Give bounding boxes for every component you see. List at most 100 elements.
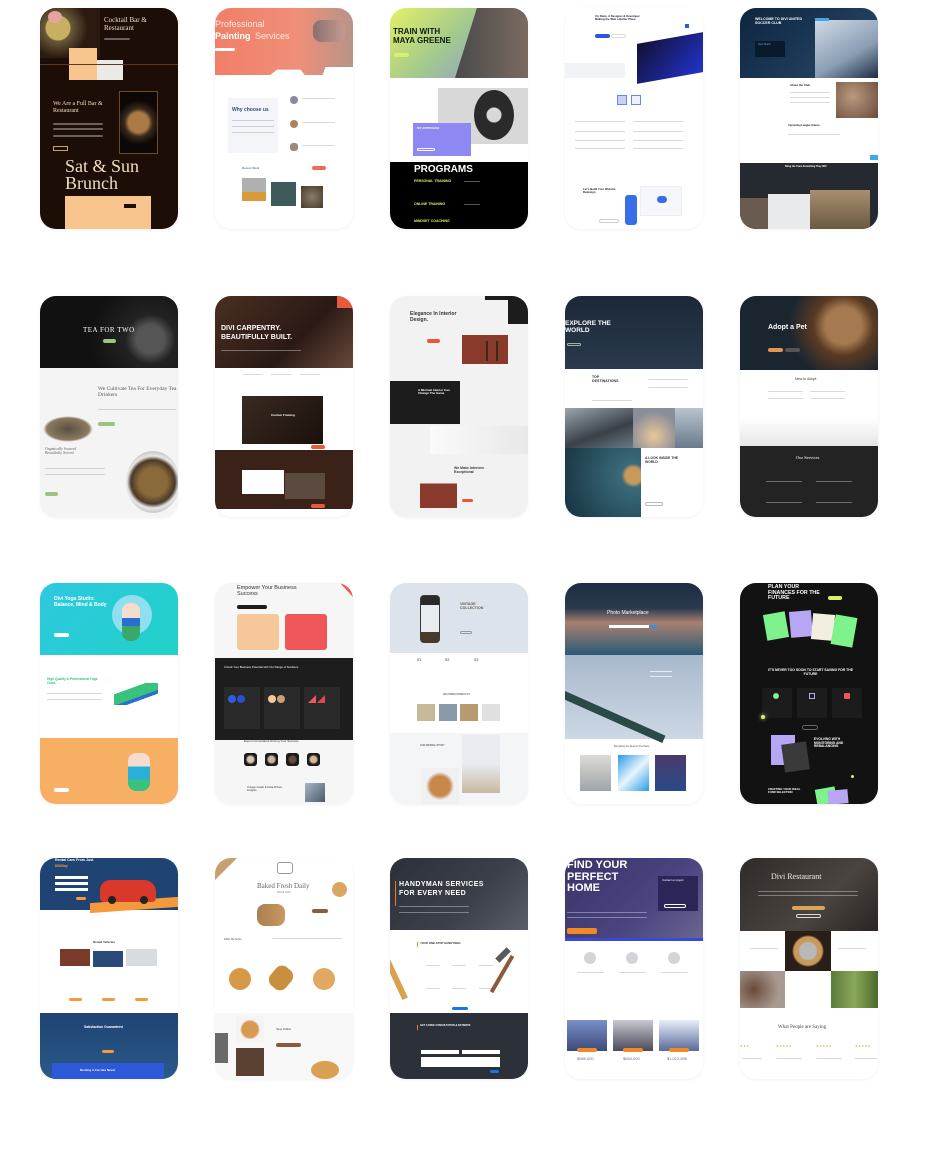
text-line [567,912,647,913]
rent-button[interactable] [69,998,82,1001]
template-tile-soccer-club[interactable]: WELCOME TO DIVI UNITED SOCCER CLUB Next … [740,8,878,229]
program-item[interactable]: ONLINE TRAINING [414,202,445,207]
glow-dot [761,715,765,719]
section-heading: Recent Work [242,166,260,170]
program-item[interactable]: PERSONAL TRAINING [414,179,451,184]
template-tile-photo-marketplace[interactable]: Photo Marketplace Everything You Need in… [565,583,703,804]
text-line [648,387,688,388]
order-button[interactable] [312,909,328,913]
hero-title: Divi Yoga Studio: Balance, Mind & Body [54,596,107,608]
cta-button[interactable] [54,788,69,792]
vase-image [462,735,500,793]
service-card-peach [237,614,279,650]
menu-button[interactable] [53,146,68,151]
reserve-button[interactable] [124,204,136,208]
booking-field[interactable] [55,888,88,891]
cta-button[interactable] [427,339,440,343]
text-line [399,912,469,913]
card-title: MY APPROACH [417,126,440,130]
booking-field[interactable] [55,876,88,879]
template-tile-carpentry[interactable]: DIVI CARPENTRY. BEAUTIFULLY BUILT. Custo… [215,296,353,517]
booking-field[interactable] [55,882,88,885]
template-tile-vintage-shop[interactable]: VINTAGE COLLECTION 01 02 03 FEATURED PRO… [390,583,528,804]
feature-button[interactable] [311,445,325,449]
cta-button[interactable] [102,1050,114,1053]
search-homes-button[interactable] [567,928,597,934]
email-field[interactable] [462,1050,500,1054]
rent-button[interactable] [102,998,115,1001]
read-more-button[interactable] [645,502,663,506]
category-photo [580,755,611,791]
cta-button[interactable] [394,53,409,57]
primary-button[interactable] [595,34,610,38]
template-tile-designer-developer[interactable]: I'm Diam, A Designer & Developer Making … [565,8,703,229]
template-tile-yoga-studio[interactable]: Divi Yoga Studio: Balance, Mind & Body H… [40,583,178,804]
quote-button[interactable] [215,48,235,51]
learn-more-button[interactable] [417,148,435,151]
section-heading: What We Serve [224,938,242,941]
template-tile-real-estate[interactable]: FIND YOUR PERFECT HOME Contact an Agent … [565,858,703,1079]
product-image [439,704,457,721]
submit-button[interactable] [490,1070,499,1073]
car-wheel [108,896,116,904]
service-item [290,96,298,104]
shop-now-button[interactable] [45,492,58,496]
shop-button[interactable] [460,631,472,634]
text-line [790,97,830,98]
cta-button[interactable] [237,605,267,609]
mist-area [740,418,878,446]
template-tile-fitness-trainer[interactable]: TRAIN WITH MAYA GREENE MY APPROACH PROGR… [390,8,528,229]
adopt-button[interactable] [768,348,783,352]
cta-button[interactable] [599,219,619,223]
name-field[interactable] [421,1050,459,1054]
shop-online-button[interactable] [276,1043,301,1047]
search-button[interactable] [76,897,86,900]
view-all-button[interactable] [312,166,326,170]
template-tile-tea-shop[interactable]: TEA FOR TWO We Cultivate Tea For Everyda… [40,296,178,517]
template-tile-pet-adoption[interactable]: Adopt a Pet New to Adopt Our Services [740,296,878,517]
stadium-photo [815,20,878,78]
program-item[interactable]: MINDSET COACHING [414,219,450,224]
cta-button[interactable] [54,633,69,637]
template-tile-painting-services[interactable]: Professional Painting Services Why choos… [215,8,353,229]
learn-more-button[interactable] [802,725,818,730]
service-card-red [285,614,327,650]
shop-button[interactable] [103,339,116,343]
template-tile-divi-restaurant[interactable]: Divi Restaurant What People are Saying ★… [740,858,878,1079]
search-input[interactable] [609,625,649,628]
lantern-image [420,595,440,643]
hexagon-icon [228,695,236,703]
template-tile-handyman[interactable]: HANDYMAN SERVICES FOR EVERY NEED YOUR ON… [390,858,528,1079]
service-item [479,965,493,966]
template-tile-business-consulting[interactable]: Empower Your Business Success Unlock You… [215,583,353,804]
vehicle-card [93,951,123,967]
cta-button[interactable] [828,596,842,600]
section-heading: Satisfaction Guaranteed [84,1025,124,1029]
gallery-photo [810,190,870,229]
drink-image [119,91,158,154]
rent-button[interactable] [135,998,148,1001]
services-button[interactable] [452,1007,468,1010]
contact-button[interactable] [664,904,686,908]
house-photo [567,1020,607,1051]
template-tile-car-rental[interactable]: Rental Cars From Just $99/Day Rental Veh… [40,858,178,1079]
message-field[interactable] [421,1057,500,1067]
template-tile-bakery[interactable]: Baked Fresh Daily SINCE 1968 What We Ser… [215,858,353,1079]
template-tile-cocktail-bar[interactable]: Cocktail Bar & Restaurant We Are a Full … [40,8,178,229]
scroll-button[interactable] [870,155,878,160]
learn-more-button[interactable] [311,504,325,508]
learn-more-button[interactable] [98,422,115,426]
hero-price: $99/Day [55,864,68,868]
reservation-button[interactable] [792,906,825,910]
search-button[interactable] [649,625,657,628]
template-tile-interior-design[interactable]: Elegance In Interior Design. A Minimal I… [390,296,528,517]
template-tile-finance-planning[interactable]: PLAN YOUR FINANCES FOR THE FUTURE IT'S N… [740,583,878,804]
secondary-button[interactable] [611,34,626,38]
learn-button[interactable] [785,348,800,352]
cta-button[interactable] [567,343,581,346]
info-card [285,473,325,499]
cta-button[interactable] [462,499,473,502]
text-line [302,122,335,123]
template-tile-travel[interactable]: EXPLORE THE WORLD TOP DESTINATIONS A LOO… [565,296,703,517]
menu-button[interactable] [796,914,821,918]
